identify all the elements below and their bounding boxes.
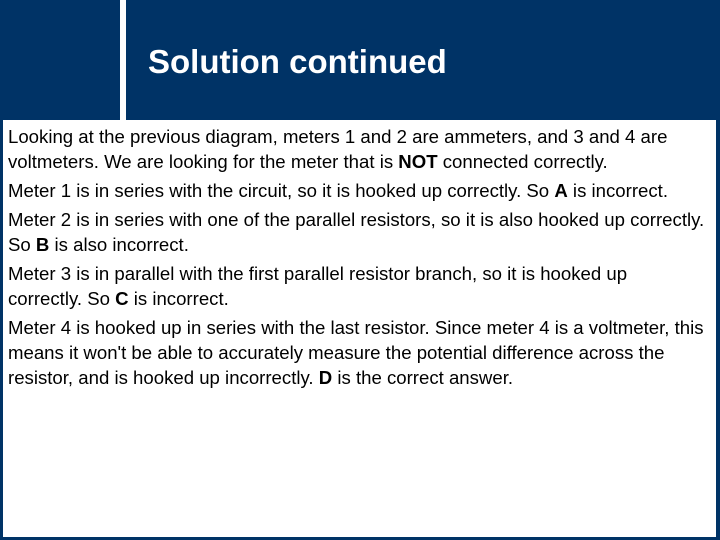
- text-segment: Meter 1 is in series with the circuit, s…: [8, 180, 555, 201]
- paragraph-meter-4: Meter 4 is hooked up in series with the …: [8, 315, 706, 390]
- header-divider: [120, 0, 126, 120]
- text-segment: is the correct answer.: [332, 367, 514, 388]
- answer-option-c: C: [115, 288, 129, 309]
- paragraph-intro: Looking at the previous diagram, meters …: [8, 124, 706, 174]
- text-segment: is incorrect.: [128, 288, 229, 309]
- paragraph-meter-1: Meter 1 is in series with the circuit, s…: [8, 178, 706, 203]
- paragraph-meter-3: Meter 3 is in parallel with the first pa…: [8, 261, 706, 311]
- emphasis-not: NOT: [398, 151, 438, 172]
- text-segment: is also incorrect.: [49, 234, 189, 255]
- text-segment: is incorrect.: [567, 180, 668, 201]
- answer-option-d: D: [318, 367, 333, 388]
- solution-content-box: Looking at the previous diagram, meters …: [3, 120, 716, 537]
- paragraph-meter-2: Meter 2 is in series with one of the par…: [8, 207, 706, 257]
- answer-option-a: A: [554, 180, 568, 201]
- text-segment: connected correctly.: [437, 151, 608, 172]
- text-segment: Meter 3 is in parallel with the first pa…: [8, 263, 628, 309]
- answer-option-b: B: [35, 234, 50, 255]
- slide-title: Solution continued: [148, 43, 447, 80]
